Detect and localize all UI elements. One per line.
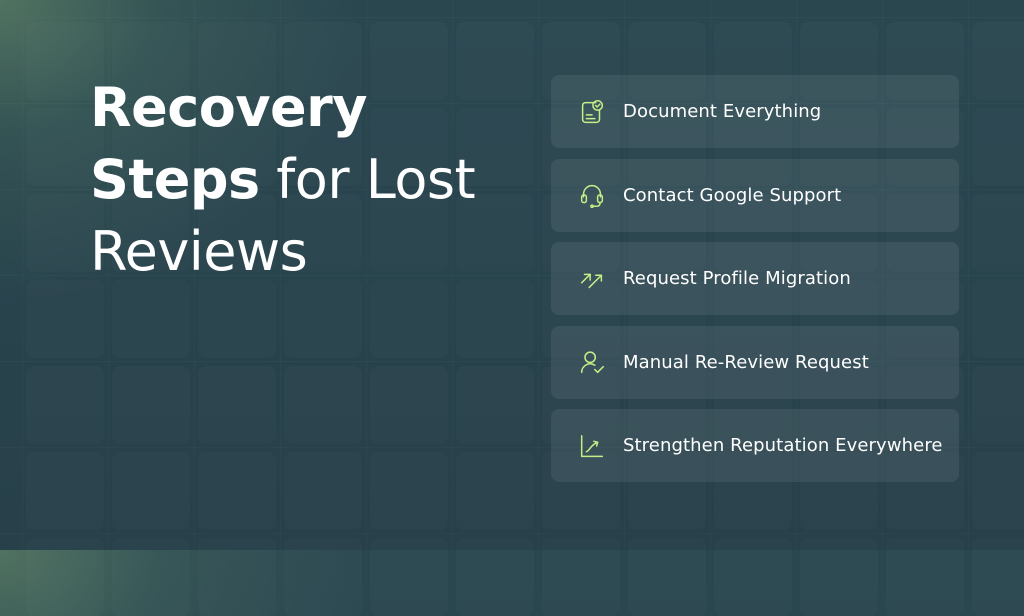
step-label: Manual Re-Review Request xyxy=(623,351,869,373)
user-check-icon xyxy=(576,346,608,378)
background-cell xyxy=(972,108,1024,186)
step-manual-re-review-request: Manual Re-Review Request xyxy=(551,325,959,399)
background-cell xyxy=(26,452,104,530)
growth-chart-icon xyxy=(576,430,608,462)
step-label: Document Everything xyxy=(623,101,822,122)
transfer-arrows-icon xyxy=(576,263,608,295)
page-headline: Recovery Steps for Lost Reviews xyxy=(90,72,510,288)
background-cell xyxy=(112,366,190,444)
background-cell xyxy=(370,366,448,444)
background-cell xyxy=(370,280,448,358)
background-cell xyxy=(456,366,534,444)
background-cell xyxy=(284,452,362,530)
background-cell xyxy=(972,194,1024,272)
background-cell xyxy=(26,366,104,444)
document-check-icon xyxy=(576,96,608,128)
background-cell xyxy=(198,280,276,358)
background-cell xyxy=(112,452,190,530)
background-cell xyxy=(456,280,534,358)
background-cell xyxy=(456,452,534,530)
step-strengthen-reputation-everywhere: Strengthen Reputation Everywhere xyxy=(551,409,959,482)
step-label: Strengthen Reputation Everywhere xyxy=(623,435,943,456)
background-cell xyxy=(972,22,1024,100)
recovery-steps-list: Document Everything Contact Google Suppo… xyxy=(551,75,959,493)
background-cell xyxy=(284,366,362,444)
background-cell xyxy=(972,452,1024,530)
background-cell xyxy=(26,280,104,358)
step-label: Request Profile Migration xyxy=(623,268,851,289)
step-document-everything: Document Everything xyxy=(551,75,959,148)
background-cell xyxy=(284,280,362,358)
background-cell xyxy=(972,366,1024,444)
background-cell xyxy=(198,452,276,530)
background-cell xyxy=(198,366,276,444)
step-request-profile-migration: Request Profile Migration xyxy=(551,242,959,315)
background-cell xyxy=(112,280,190,358)
step-label: Contact Google Support xyxy=(623,184,842,206)
headset-icon xyxy=(576,179,608,211)
step-contact-google-support: Contact Google Support xyxy=(551,158,959,232)
background-cell xyxy=(972,280,1024,358)
background-cell xyxy=(370,452,448,530)
